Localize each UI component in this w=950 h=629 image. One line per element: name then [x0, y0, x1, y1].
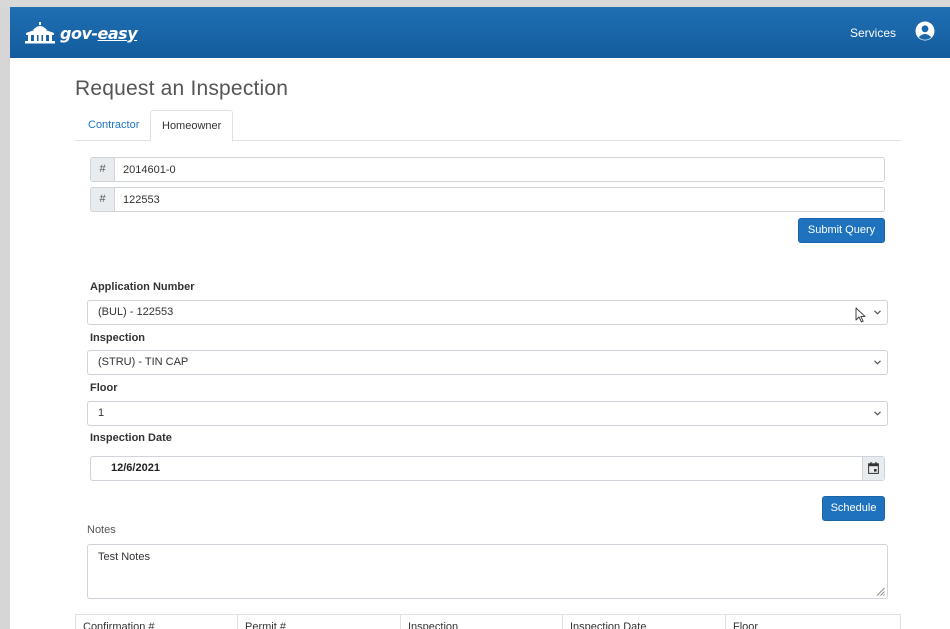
- page-title: Request an Inspection: [75, 77, 289, 100]
- inspection-label: Inspection: [90, 332, 146, 344]
- app-window: gov-easy Services Request an Inspection …: [10, 7, 950, 629]
- notes-label: Notes: [87, 524, 116, 536]
- chevron-down-icon: [874, 360, 881, 365]
- column-header[interactable]: Permit #: [238, 615, 401, 629]
- resize-grip-icon[interactable]: [876, 587, 885, 596]
- calendar-button[interactable]: [862, 457, 884, 480]
- chevron-down-icon: [874, 411, 881, 416]
- calendar-icon: [868, 462, 879, 474]
- inspection-value: (STRU) - TIN CAP: [98, 356, 189, 368]
- inspection-date-input[interactable]: 12/6/2021: [90, 456, 885, 481]
- floor-select[interactable]: 1: [87, 401, 888, 426]
- hash-addon: #: [91, 158, 115, 181]
- user-circle-icon[interactable]: [915, 21, 935, 41]
- permit-number-input[interactable]: [115, 158, 884, 181]
- nav-services-link[interactable]: Services: [850, 26, 896, 40]
- application-number-label: Application Number: [90, 281, 195, 293]
- application-number-select[interactable]: (BUL) - 122553: [87, 300, 888, 325]
- schedule-button[interactable]: Schedule: [822, 496, 885, 521]
- permit-number-group: #: [90, 157, 885, 182]
- inspection-date-label: Inspection Date: [90, 432, 172, 444]
- brand-name: gov-easy: [60, 23, 138, 43]
- capitol-building-icon: [25, 22, 55, 44]
- inspection-select[interactable]: (STRU) - TIN CAP: [87, 350, 888, 375]
- mouse-cursor-icon: [855, 307, 866, 323]
- hash-addon: #: [91, 188, 115, 211]
- inspections-table-header: Confirmation # Permit # Inspection Inspe…: [75, 614, 901, 629]
- tab-bar: Contractor Homeowner: [75, 110, 901, 142]
- tab-homeowner[interactable]: Homeowner: [150, 110, 234, 142]
- notes-textarea[interactable]: Test Notes: [87, 544, 888, 599]
- submit-query-button[interactable]: Submit Query: [798, 218, 885, 243]
- floor-value: 1: [98, 407, 105, 419]
- tab-contractor[interactable]: Contractor: [77, 110, 150, 141]
- navbar: gov-easy Services: [10, 7, 950, 58]
- application-number-input[interactable]: [115, 188, 884, 211]
- column-header[interactable]: Floor: [726, 615, 900, 629]
- column-header[interactable]: Inspection Date: [563, 615, 726, 629]
- notes-value: Test Notes: [98, 551, 150, 563]
- floor-label: Floor: [90, 382, 118, 394]
- column-header[interactable]: Inspection: [401, 615, 563, 629]
- application-number-value: (BUL) - 122553: [98, 306, 174, 318]
- brand-logo[interactable]: gov-easy: [24, 20, 138, 46]
- chevron-down-icon: [874, 310, 881, 315]
- column-header[interactable]: Confirmation #: [76, 615, 238, 629]
- inspection-date-value: 12/6/2021: [111, 462, 160, 474]
- application-number-group: #: [90, 187, 885, 212]
- browser-top-strip: [0, 0, 950, 7]
